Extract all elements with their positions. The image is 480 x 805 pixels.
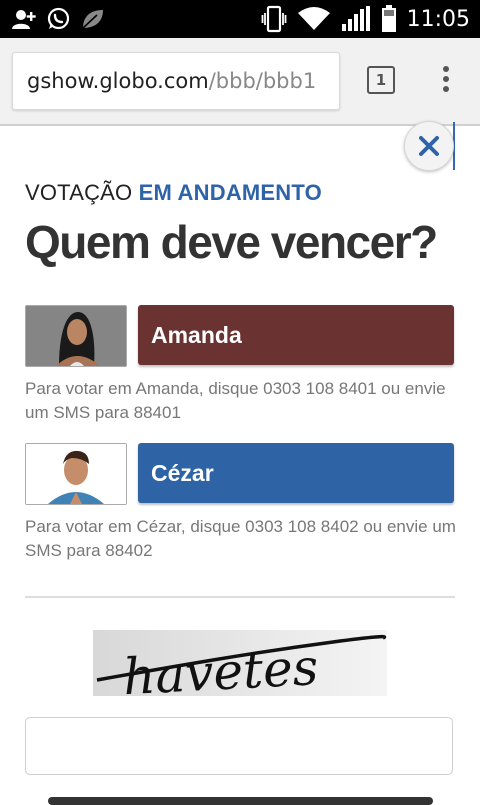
status-bar: 11:05 bbox=[0, 0, 480, 38]
vote-button-amanda[interactable]: Amanda bbox=[138, 305, 454, 365]
voting-status-prefix: VOTAÇÃO bbox=[25, 180, 133, 205]
add-contact-icon bbox=[12, 10, 36, 29]
vote-button-cezar[interactable]: Cézar bbox=[138, 443, 454, 503]
address-bar[interactable]: gshow.globo.com/bbb/bbb1 bbox=[12, 52, 340, 110]
url-path: /bbb/bbb1 bbox=[208, 69, 317, 93]
candidate-photo-amanda[interactable] bbox=[25, 305, 127, 367]
person-photo-icon bbox=[26, 444, 126, 504]
captcha-text: havetes bbox=[122, 638, 320, 696]
signal-icon bbox=[341, 6, 370, 31]
captcha-input[interactable] bbox=[25, 717, 453, 775]
whatsapp-icon bbox=[47, 7, 70, 30]
voting-status: VOTAÇÃO EM ANDAMENTO bbox=[25, 180, 322, 206]
battery-icon bbox=[381, 5, 396, 32]
vote-instructions-amanda: Para votar em Amanda, disque 0303 108 84… bbox=[25, 379, 446, 422]
divider bbox=[25, 596, 455, 598]
voting-status-accent: EM ANDAMENTO bbox=[138, 180, 322, 205]
url-host: gshow.globo.com bbox=[27, 69, 209, 93]
leaf-icon bbox=[82, 10, 103, 29]
page-title: Quem deve vencer? bbox=[25, 216, 438, 268]
close-icon bbox=[419, 136, 439, 156]
close-button[interactable] bbox=[404, 121, 454, 171]
clock: 11:05 bbox=[406, 6, 470, 32]
browser-toolbar: gshow.globo.com/bbb/bbb1 1 bbox=[0, 38, 480, 126]
overflow-menu-icon[interactable] bbox=[436, 66, 456, 98]
vibrate-icon bbox=[261, 5, 286, 33]
submit-button[interactable] bbox=[48, 797, 433, 805]
tabs-button[interactable]: 1 bbox=[367, 66, 395, 94]
captcha-image: havetes bbox=[93, 630, 387, 696]
candidate-photo-cezar[interactable] bbox=[25, 443, 127, 505]
wifi-icon bbox=[297, 7, 330, 30]
person-photo-icon bbox=[26, 306, 126, 366]
vote-instructions-cezar: Para votar em Cézar, disque 0303 108 840… bbox=[25, 517, 456, 560]
